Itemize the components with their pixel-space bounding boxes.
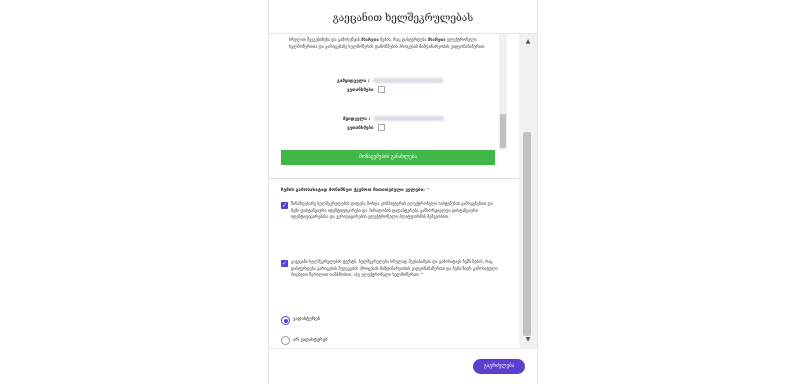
refresh-data-button[interactable]: მონაცემების განახლება bbox=[281, 150, 495, 165]
checkbox-contract-acknowledged[interactable]: ✓ bbox=[281, 260, 288, 267]
buyer-signature-row: მყიდველი : bbox=[343, 116, 445, 122]
modal-title: გაეცანით ხელშეკრულებას bbox=[332, 13, 474, 24]
buyer-agree-row: ვეთანხმები bbox=[347, 124, 385, 131]
footer-divider bbox=[269, 348, 537, 349]
document-scrollbar[interactable] bbox=[499, 34, 507, 150]
contract-document[interactable]: ხრელით შეეგებინება და გამოსეწყის მხარეთა… bbox=[281, 34, 507, 164]
radio-confirm[interactable] bbox=[281, 316, 290, 325]
continue-button[interactable]: გაგრძელება bbox=[473, 359, 525, 374]
scroll-up-arrow-icon[interactable]: ▲ bbox=[519, 36, 537, 48]
seller-agree-checkbox bbox=[377, 86, 385, 93]
section-divider bbox=[269, 178, 519, 179]
document-scrollbar-thumb[interactable] bbox=[500, 114, 506, 148]
seller-signature-row: გამყიდველი : bbox=[337, 78, 444, 84]
checkbox-remote-identification[interactable]: ✓ bbox=[281, 202, 288, 209]
radio-decline-label: არ ვადასტურებ bbox=[293, 338, 328, 343]
modal-scrollbar[interactable]: ▲ ▼ bbox=[519, 34, 537, 348]
checkbox-contract-acknowledged-text: გავეცანი ხელშეკრულების ტექსტს, ხელშეკრულ… bbox=[291, 259, 498, 278]
seller-name-redacted bbox=[373, 78, 444, 83]
seller-agree-row: ვეთანხმები bbox=[347, 86, 385, 93]
modal-scroll-area[interactable]: ხრელით შეეგებინება და გამოსეწყის მხარეთა… bbox=[269, 34, 519, 348]
contract-text: ხრელით შეეგებინება და გამოსეწყის მხარეთა… bbox=[289, 37, 486, 49]
radio-decline[interactable] bbox=[281, 336, 290, 345]
question-label: ჩემის გამოსახატად მონიშნეთ ქვემოთ მითითე… bbox=[281, 188, 429, 193]
buyer-agree-checkbox bbox=[377, 124, 385, 131]
modal-scrollbar-thumb[interactable] bbox=[523, 132, 531, 336]
scroll-down-arrow-icon[interactable]: ▼ bbox=[519, 334, 537, 346]
contract-modal: გაეცანით ხელშეკრულებას ხრელით შეეგებინებ… bbox=[268, 0, 538, 384]
checkbox-remote-identification-text: წინამდებარე ხელშეკრულების დადება მოხდა კ… bbox=[291, 201, 493, 220]
buyer-name-redacted bbox=[374, 116, 445, 121]
radio-confirm-label: ვადასტურებ bbox=[293, 317, 320, 322]
